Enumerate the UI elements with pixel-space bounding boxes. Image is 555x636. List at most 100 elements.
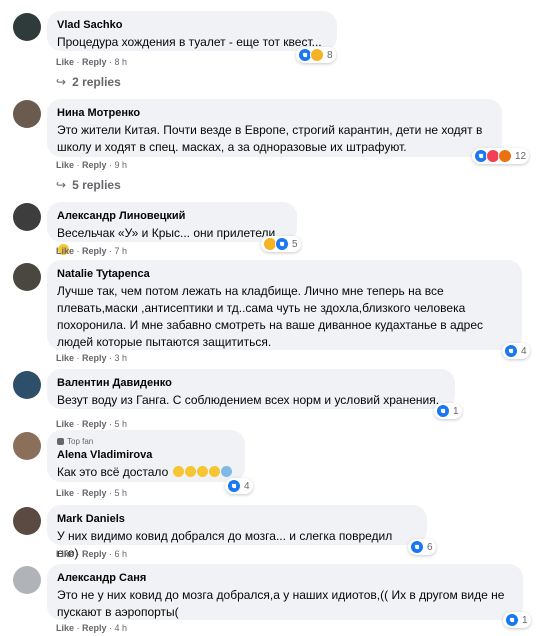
like-link[interactable]: Like: [56, 623, 74, 633]
reactions-summary[interactable]: 12: [472, 148, 530, 164]
comment-text-content: Процедура хождения в туалет - еще тот кв…: [57, 35, 322, 49]
like-link[interactable]: Like: [56, 353, 74, 363]
reactions-summary[interactable]: 4: [225, 478, 253, 494]
emoji-grimace-icon: [172, 466, 184, 477]
like-link[interactable]: Like: [56, 160, 74, 170]
avatar[interactable]: [13, 13, 41, 41]
emoji-grimace-icon: [184, 466, 196, 477]
reactions-summary[interactable]: 6: [408, 539, 436, 555]
timestamp[interactable]: 6 h: [115, 549, 128, 559]
comment-text: Это жители Китая. Почти везде в Европе, …: [57, 123, 483, 154]
comment-text-content: Как это всё достало: [57, 465, 169, 479]
angry-icon: [498, 149, 512, 163]
reaction-count: 8: [327, 49, 333, 61]
comment-text-content: Весельчак «У» и Крыс... они прилетели: [57, 226, 276, 240]
like-link[interactable]: Like: [56, 549, 74, 559]
reaction-count: 1: [453, 405, 459, 417]
timestamp[interactable]: 8 h: [115, 57, 128, 67]
reaction-count: 12: [515, 150, 527, 162]
like-icon: [504, 344, 518, 358]
reactions-summary[interactable]: 1: [503, 612, 531, 628]
comment-text: Это не у них ковид до мозга добрался,а у…: [57, 588, 505, 619]
comment-actions: Like · Reply · 6 h: [56, 549, 128, 559]
like-link[interactable]: Like: [56, 419, 74, 429]
emoji-grimace-icon: [196, 466, 208, 477]
reactions-summary[interactable]: 8: [296, 47, 336, 63]
comment-author[interactable]: Александр Линовецкий: [57, 209, 287, 223]
comment-actions: Like · Reply · 5 h: [56, 488, 128, 498]
comment-author[interactable]: Mark Daniels: [57, 512, 417, 526]
timestamp[interactable]: 9 h: [115, 160, 128, 170]
like-icon: [410, 540, 424, 554]
avatar[interactable]: [13, 566, 41, 594]
reaction-count: 1: [522, 614, 528, 626]
comment-author[interactable]: Нина Мотренко: [57, 106, 492, 120]
comment-bubble: Mark Daniels У них видимо ковид добрался…: [47, 505, 427, 560]
reply-link[interactable]: Reply: [82, 353, 107, 363]
reply-link[interactable]: Reply: [82, 57, 107, 67]
reaction-count: 5: [292, 238, 298, 250]
comment-bubble: Валентин Давиденко Везут воду из Ганга. …: [47, 369, 455, 409]
comment-author[interactable]: Alena Vladimirova: [57, 448, 235, 462]
reply-arrow-icon: ↪: [56, 75, 67, 89]
like-icon: [275, 237, 289, 251]
avatar[interactable]: [13, 203, 41, 231]
comment-text: Лучше так, чем потом лежать на кладбище.…: [57, 284, 484, 349]
reactions-summary[interactable]: 1: [434, 403, 462, 419]
reactions-summary[interactable]: 5: [261, 236, 301, 252]
like-icon: [505, 613, 519, 627]
comment-bubble: Александр Саня Это не у них ковид до моз…: [47, 564, 523, 620]
top-fan-badge: Top fan: [57, 437, 235, 447]
comment-text: Процедура хождения в туалет - еще тот кв…: [57, 34, 327, 51]
emoji-grimace-icon: [208, 466, 220, 477]
comment-actions: Like · Reply · 4 h: [56, 623, 128, 633]
view-replies-link[interactable]: ↪ 5 replies: [56, 177, 121, 193]
comment-bubble: Нина Мотренко Это жители Китая. Почти ве…: [47, 99, 502, 157]
reply-arrow-icon: ↪: [56, 178, 67, 192]
comment-actions: Like · Reply · 5 h: [56, 419, 128, 429]
like-icon: [227, 479, 241, 493]
reply-link[interactable]: Reply: [82, 246, 107, 256]
comment-bubble: Vlad Sachko Процедура хождения в туалет …: [47, 11, 337, 51]
reply-link[interactable]: Reply: [82, 549, 107, 559]
view-replies-link[interactable]: ↪ 2 replies: [56, 74, 121, 90]
timestamp[interactable]: 3 h: [115, 353, 128, 363]
reaction-count: 4: [244, 480, 250, 492]
emoji-scream-icon: [220, 466, 232, 477]
comment-actions: Like · Reply · 7 h: [56, 246, 128, 256]
avatar[interactable]: [13, 100, 41, 128]
timestamp[interactable]: 4 h: [115, 623, 128, 633]
comment-author[interactable]: Vlad Sachko: [57, 18, 327, 32]
avatar[interactable]: [13, 432, 41, 460]
avatar[interactable]: [13, 371, 41, 399]
timestamp[interactable]: 5 h: [115, 419, 128, 429]
comment-actions: Like · Reply · 9 h: [56, 160, 128, 170]
avatar[interactable]: [13, 507, 41, 535]
timestamp[interactable]: 7 h: [115, 246, 128, 256]
comment-actions: Like · Reply · 3 h: [56, 353, 128, 363]
like-icon: [436, 404, 450, 418]
comment-actions: Like · Reply · 8 h: [56, 57, 128, 67]
reply-link[interactable]: Reply: [82, 419, 107, 429]
comment-bubble: Top fan Alena Vladimirova Как это всё до…: [47, 430, 245, 482]
comment-author[interactable]: Александр Саня: [57, 571, 513, 585]
badge-label: Top fan: [67, 437, 94, 446]
reply-link[interactable]: Reply: [82, 623, 107, 633]
comment-text: Везут воду из Ганга. С соблюдением всех …: [57, 393, 440, 407]
replies-label: 5 replies: [72, 178, 121, 192]
reaction-count: 4: [521, 345, 527, 357]
reply-link[interactable]: Reply: [82, 160, 107, 170]
reply-link[interactable]: Reply: [82, 488, 107, 498]
like-link[interactable]: Like: [56, 246, 74, 256]
like-link[interactable]: Like: [56, 488, 74, 498]
laugh-icon: [310, 48, 324, 62]
reactions-summary[interactable]: 4: [502, 343, 530, 359]
like-link[interactable]: Like: [56, 57, 74, 67]
comment-text: Как это всё достало: [57, 464, 235, 481]
comment-author[interactable]: Валентин Давиденко: [57, 376, 445, 390]
comment-author[interactable]: Natalie Tytapenca: [57, 267, 512, 281]
avatar[interactable]: [13, 263, 41, 291]
comment-bubble: Natalie Tytapenca Лучше так, чем потом л…: [47, 260, 522, 350]
comment-bubble: Александр Линовецкий Весельчак «У» и Кры…: [47, 202, 297, 255]
timestamp[interactable]: 5 h: [115, 488, 128, 498]
